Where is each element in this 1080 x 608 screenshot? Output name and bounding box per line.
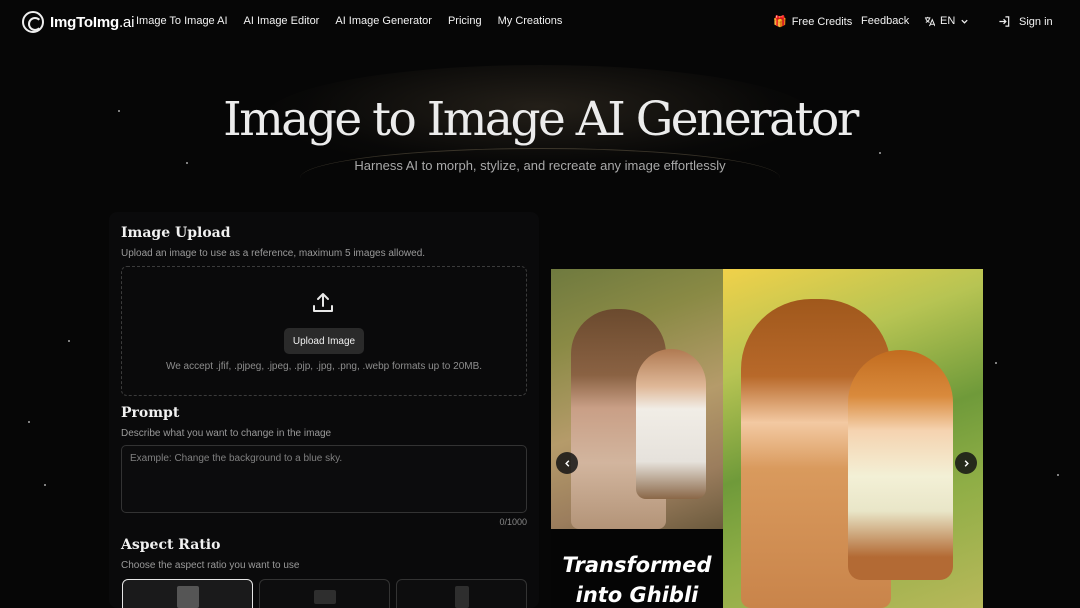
sign-in-button[interactable]: Sign in xyxy=(998,15,1053,28)
free-credits-label: Free Credits xyxy=(791,15,853,28)
feedback-label: Feedback xyxy=(861,15,910,27)
brand-suffix: .ai xyxy=(118,13,135,31)
aspect-ratio-title: Aspect Ratio xyxy=(121,537,221,553)
sign-in-label: Sign in xyxy=(1019,15,1053,28)
sign-in-icon xyxy=(999,16,1010,27)
nav-link-image-generator[interactable]: AI Image Generator xyxy=(335,15,432,27)
ghibli-child-figure xyxy=(848,350,953,580)
carousel-caption: Transformed into Ghibli xyxy=(551,550,723,608)
aspect-portrait-shape xyxy=(455,586,469,608)
caption-line-1: Transformed xyxy=(562,553,712,577)
aspect-ratio-description: Choose the aspect ratio you want to use xyxy=(121,560,300,571)
prompt-title: Prompt xyxy=(121,405,180,421)
chevron-right-icon xyxy=(964,459,969,467)
aspect-ratio-option-square[interactable] xyxy=(122,579,253,608)
caption-line-2: into Ghibli xyxy=(575,583,699,607)
main-nav: Image To Image AI AI Image Editor AI Ima… xyxy=(136,15,562,27)
upload-image-button[interactable]: Upload Image xyxy=(284,328,364,354)
brand-name: ImgToImg xyxy=(50,13,119,31)
aspect-landscape-shape xyxy=(314,590,336,604)
language-label: EN xyxy=(940,15,956,27)
aspect-ratio-option-portrait[interactable] xyxy=(396,579,527,608)
free-credits-button[interactable]: 🎁 Free Credits xyxy=(773,15,853,29)
page-title: Image to Image AI Generator xyxy=(223,92,859,147)
prompt-description: Describe what you want to change in the … xyxy=(121,428,332,439)
background-star xyxy=(28,421,30,423)
background-star xyxy=(995,362,997,364)
photo-child-figure xyxy=(636,349,706,499)
chevron-down-icon xyxy=(961,19,968,24)
background-star xyxy=(1057,474,1059,476)
upload-icon xyxy=(313,293,333,312)
brand-logo[interactable]: ImgToImg.ai xyxy=(22,11,134,33)
background-star xyxy=(879,152,881,154)
accepted-formats-note: We accept .jfif, .pjpeg, .jpeg, .pjp, .j… xyxy=(165,361,483,372)
background-star xyxy=(44,484,46,486)
language-selector[interactable]: EN xyxy=(924,15,969,27)
gift-icon: 🎁 xyxy=(773,16,787,28)
top-navbar: ImgToImg.ai Image To Image AI AI Image E… xyxy=(0,0,1080,44)
image-upload-description: Upload an image to use as a reference, m… xyxy=(121,248,426,259)
spiral-logo-icon xyxy=(22,11,44,33)
carousel-prev-button[interactable] xyxy=(556,452,578,474)
page-subtitle: Harness AI to morph, stylize, and recrea… xyxy=(354,158,726,173)
hero-arc xyxy=(300,148,780,208)
carousel-next-button[interactable] xyxy=(955,452,977,474)
nav-link-pricing[interactable]: Pricing xyxy=(448,15,482,27)
nav-link-image-to-image[interactable]: Image To Image AI xyxy=(136,15,228,27)
nav-link-my-creations[interactable]: My Creations xyxy=(498,15,563,27)
chevron-left-icon xyxy=(564,459,569,467)
nav-link-image-editor[interactable]: AI Image Editor xyxy=(244,15,320,27)
original-photo xyxy=(551,269,723,529)
background-star xyxy=(68,340,70,342)
feedback-link[interactable]: Feedback xyxy=(861,15,909,27)
aspect-square-shape xyxy=(177,586,199,608)
prompt-char-counter: 0/1000 xyxy=(499,517,527,527)
translate-icon xyxy=(924,16,935,26)
image-upload-title: Image Upload xyxy=(121,225,231,241)
aspect-ratio-option-landscape[interactable] xyxy=(259,579,390,608)
prompt-input[interactable] xyxy=(121,445,527,513)
